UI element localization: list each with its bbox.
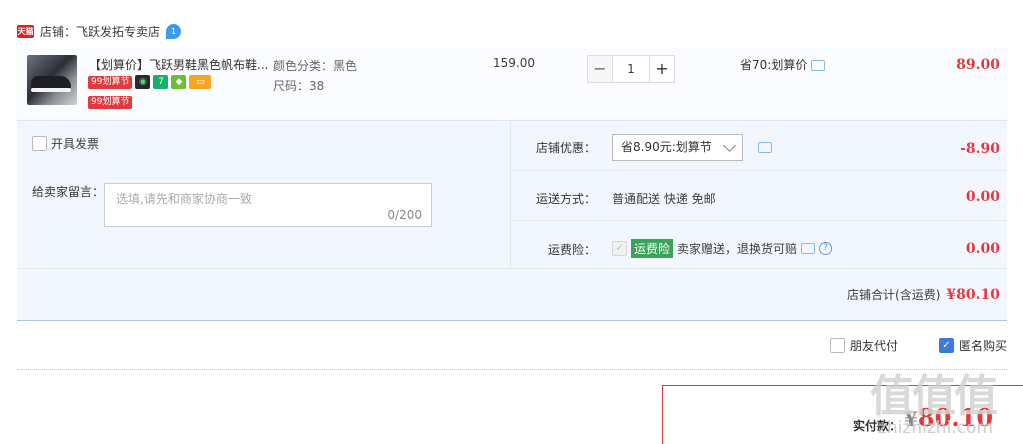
cat-icon: ◉	[135, 75, 151, 89]
order-options-panel: 开具发票 给卖家留言： 选填,请先和商家协商一致 0/200 店铺优惠： 省8.…	[17, 121, 1007, 321]
friend-pay-checkbox[interactable]	[830, 338, 845, 353]
order-item-row: 【划算价】飞跃男鞋黑色帆布鞋... 99划算节 ◉ 7 ◆ ▭ 99划算节 颜色…	[17, 48, 1007, 121]
message-label: 给卖家留言：	[32, 185, 105, 199]
insurance-badge: 运费险	[631, 239, 674, 258]
invoice-checkbox[interactable]	[32, 136, 47, 151]
tmall-badge-icon: 天猫	[17, 24, 34, 38]
message-char-count: 0/200	[387, 208, 422, 222]
promo-icons-row: 99划算节 ◉ 7 ◆ ▭	[88, 75, 212, 89]
shield-icon: ◆	[171, 75, 187, 89]
item-subtotal: 89.00	[956, 57, 1000, 73]
sku-color: 颜色分类：黑色	[273, 59, 358, 73]
wangwang-chat-icon[interactable]: 1	[166, 23, 182, 39]
shop-total-label: 店铺合计(含运费)	[847, 288, 941, 302]
promo-tag-99-second: 99划算节	[88, 96, 133, 109]
shipping-method: 普通配送 快递 免邮	[612, 192, 716, 206]
shop-discount-label: 店铺优惠：	[536, 141, 597, 155]
insurance-price: 0.00	[965, 241, 1000, 257]
shop-discount-amount: -8.90	[960, 141, 1000, 157]
shoe-sole-shape	[31, 88, 71, 92]
shipping-price: 0.00	[965, 189, 1000, 205]
card-icon: ▭	[189, 75, 212, 89]
quantity-stepper: − 1 +	[587, 55, 675, 83]
comment-icon[interactable]	[801, 243, 816, 254]
options-left-column: 开具发票 给卖家留言： 选填,请先和商家协商一致 0/200	[17, 121, 511, 268]
unit-price: 159.00	[493, 56, 535, 70]
promo-tag-row-2: 99划算节	[88, 93, 133, 109]
watermark-url: zhizhizhi.com	[878, 418, 993, 438]
section-divider	[17, 268, 1007, 269]
seller-message-input[interactable]: 选填,请先和商家协商一致 0/200	[104, 183, 432, 227]
insurance-label: 运费险：	[548, 243, 597, 257]
dotted-divider	[17, 369, 1007, 370]
comment-icon[interactable]	[758, 142, 772, 153]
seven-day-icon: 7	[153, 75, 169, 89]
quantity-input[interactable]: 1	[613, 55, 649, 83]
invoice-option[interactable]: 开具发票	[32, 135, 99, 152]
product-title[interactable]: 【划算价】飞跃男鞋黑色帆布鞋...	[89, 56, 269, 73]
friend-pay-option[interactable]: 朋友代付	[830, 337, 898, 354]
shop-header: 天猫 店铺：飞跃发拓专卖店 1	[17, 20, 182, 42]
anonymous-buy-checkbox[interactable]: ✓	[939, 338, 954, 353]
insurance-checkbox: ✓	[612, 241, 627, 256]
help-icon[interactable]: ?	[819, 242, 833, 255]
shop-total-amount: ¥80.10	[946, 287, 1000, 303]
shipping-label: 运送方式：	[536, 192, 597, 206]
chevron-down-icon	[723, 139, 736, 152]
anonymous-buy-option[interactable]: ✓ 匿名购买	[939, 337, 1007, 354]
shop-discount-value: 省8.90元:划算节	[621, 140, 712, 154]
quantity-increase-button[interactable]: +	[649, 55, 675, 83]
anonymous-buy-label: 匿名购买	[959, 339, 1008, 353]
friend-pay-label: 朋友代付	[850, 339, 899, 353]
insurance-info: ✓ 运费险 卖家赠送，退换货可赔 ?	[612, 239, 833, 258]
message-placeholder: 选填,请先和商家协商一致	[116, 192, 252, 206]
comment-icon[interactable]	[811, 60, 826, 71]
shop-discount-select[interactable]: 省8.90元:划算节	[612, 134, 743, 161]
promo-tag-99: 99划算节	[88, 75, 133, 89]
row-divider	[511, 220, 1007, 221]
quantity-decrease-button[interactable]: −	[587, 55, 613, 83]
invoice-label: 开具发票	[51, 137, 100, 151]
row-divider	[511, 170, 1007, 171]
discount-text: 省70:划算价	[740, 58, 808, 72]
shop-name[interactable]: 店铺：飞跃发拓专卖店	[40, 23, 160, 40]
shop-total: 店铺合计(含运费) ¥80.10	[847, 286, 1000, 303]
sku-info: 颜色分类：黑色 尺码：38	[273, 56, 357, 96]
watermark-logo: 值值值	[870, 371, 998, 422]
sku-size: 尺码：38	[273, 79, 325, 93]
discount-info: 省70:划算价	[740, 56, 826, 73]
insurance-text: 卖家赠送，退换货可赔	[677, 242, 798, 256]
